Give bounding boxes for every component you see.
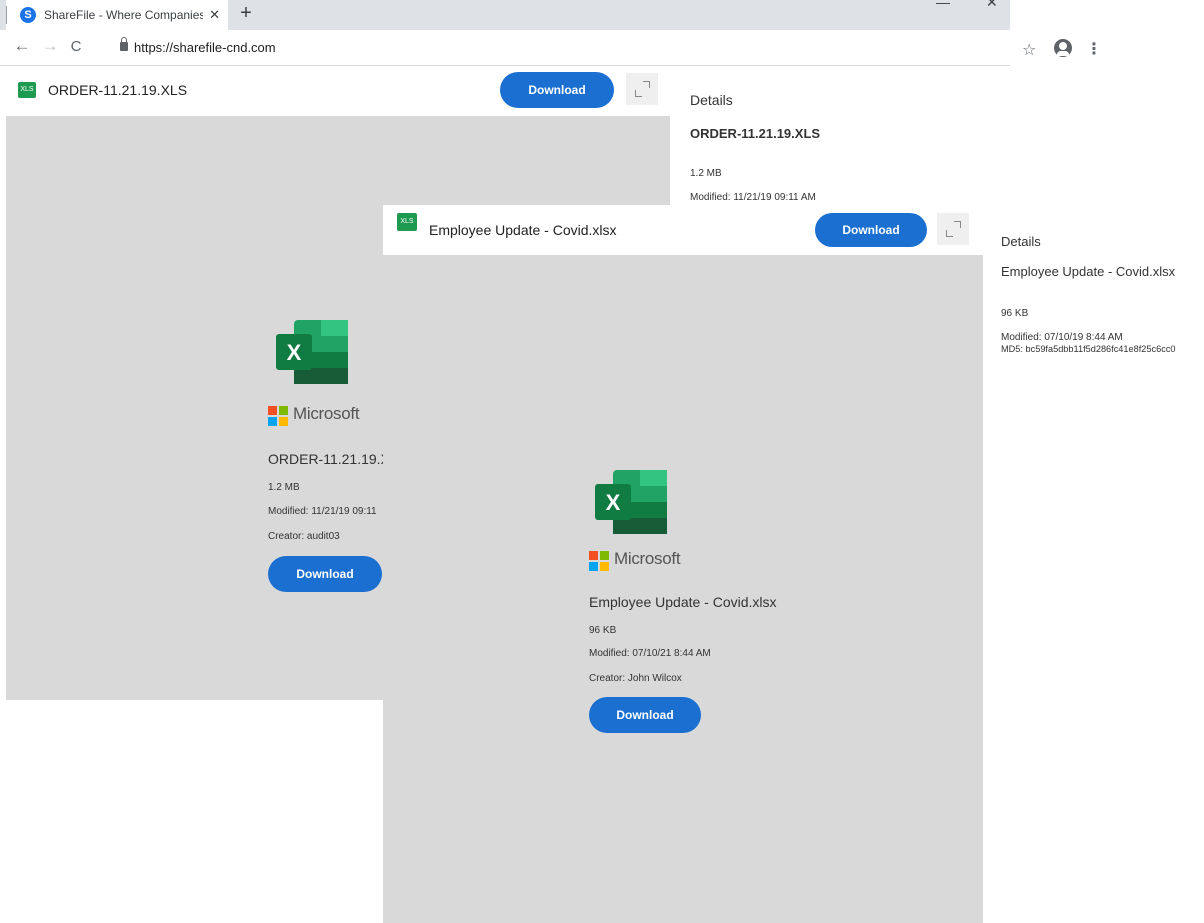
details-file-name: ORDER-11.21.19.XLS [690, 126, 821, 141]
browser-tab-strip: S ShareFile - Where Companies Co ✕ + — ✕ [0, 0, 1010, 30]
details-panel-employee-update: Details Employee Update - Covid.xlsx 96 … [983, 205, 1204, 405]
microsoft-wordmark: Microsoft [614, 549, 681, 568]
svg-text:X: X [287, 340, 302, 365]
details-size: 1.2 MB [690, 168, 722, 179]
menu-icon[interactable]: ⋮ [1086, 39, 1102, 59]
card-creator: Creator: audit03 [268, 531, 340, 542]
card-file-name: ORDER-11.21.19.XL [268, 451, 398, 467]
viewer-header: XLS Employee Update - Covid.xlsx Downloa… [383, 205, 983, 255]
details-heading: Details [690, 92, 733, 108]
details-modified: Modified: 07/10/19 8:44 AM [1001, 332, 1123, 343]
reload-button[interactable]: C [66, 38, 86, 55]
card-download-button[interactable]: Download [268, 556, 382, 592]
close-tab-icon[interactable]: ✕ [209, 7, 220, 23]
back-button[interactable]: ← [12, 36, 32, 56]
details-md5: MD5: bc59fa5dbb11f5d286fc41e8f25c6cc0 [1001, 344, 1176, 354]
expand-icon[interactable] [937, 213, 969, 245]
viewer-header: XLS ORDER-11.21.19.XLS Download [6, 70, 670, 116]
close-window-icon[interactable]: ✕ [986, 0, 998, 11]
excel-logo-icon: X [595, 470, 667, 534]
details-heading: Details [1001, 234, 1041, 249]
svg-text:X: X [606, 490, 621, 515]
minimize-icon[interactable]: — [936, 0, 950, 10]
star-icon[interactable]: ☆ [1022, 40, 1036, 60]
file-viewer-employee-update: XLS Employee Update - Covid.xlsx Downloa… [383, 205, 983, 923]
account-icon[interactable] [1054, 39, 1072, 57]
viewer-preview-area: X Microsoft Employee Update - Covid.xlsx… [383, 255, 983, 923]
file-title: ORDER-11.21.19.XLS [48, 82, 188, 98]
card-download-button[interactable]: Download [589, 697, 701, 733]
tab-title: ShareFile - Where Companies Co [44, 8, 204, 22]
browser-toolbar: ← → C https://sharefile-cnd.com ☆ ⋮ [0, 30, 1102, 66]
forward-button[interactable]: → [40, 36, 60, 56]
details-file-name: Employee Update - Covid.xlsx [1001, 264, 1176, 279]
xls-badge-icon: XLS [18, 82, 36, 98]
microsoft-wordmark: Microsoft [293, 404, 360, 423]
microsoft-logo-icon [268, 406, 288, 426]
tab-separator [6, 6, 7, 24]
card-modified: Modified: 11/21/19 09:11 [268, 506, 377, 517]
card-file-size: 1.2 MB [268, 482, 300, 493]
excel-logo-icon: X [276, 320, 348, 384]
card-file-name: Employee Update - Covid.xlsx [589, 594, 777, 610]
file-title: Employee Update - Covid.xlsx [429, 222, 617, 238]
xls-badge-icon: XLS [397, 213, 417, 231]
card-modified: Modified: 07/10/21 8:44 AM [589, 648, 711, 659]
download-button[interactable]: Download [815, 213, 927, 247]
card-file-size: 96 KB [589, 625, 617, 636]
microsoft-logo-icon [589, 551, 609, 571]
expand-icon[interactable] [626, 73, 658, 105]
sharefile-favicon-icon: S [20, 7, 36, 23]
download-button[interactable]: Download [500, 72, 614, 108]
lock-icon[interactable] [120, 37, 128, 51]
address-bar[interactable]: https://sharefile-cnd.com ☆ ⋮ [100, 34, 1102, 62]
url-text[interactable]: https://sharefile-cnd.com [134, 40, 276, 55]
card-creator: Creator: John Wilcox [589, 673, 682, 684]
details-panel-order: Details ORDER-11.21.19.XLS 1.2 MB Modifi… [670, 70, 1000, 210]
details-modified: Modified: 11/21/19 09:11 AM [690, 192, 816, 203]
browser-tab[interactable]: S ShareFile - Where Companies Co ✕ [6, 0, 228, 30]
new-tab-button[interactable]: + [234, 2, 258, 25]
details-size: 96 KB [1001, 308, 1029, 319]
